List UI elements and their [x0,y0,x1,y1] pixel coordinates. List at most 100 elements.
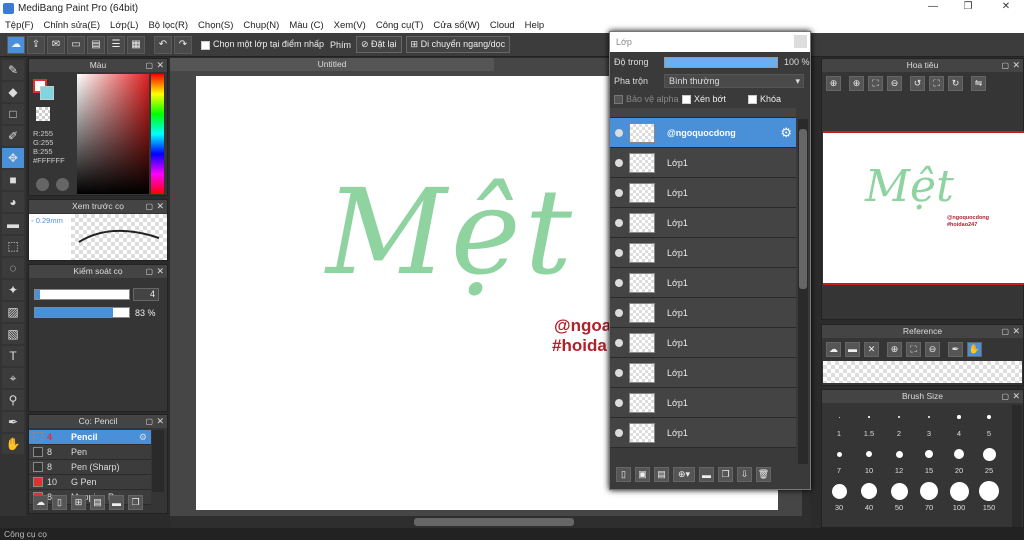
palette-icon[interactable] [36,178,49,191]
brush-size-cell[interactable]: 4 [944,405,974,441]
brush-size-cell[interactable]: 40 [854,479,884,515]
reference-eyedropper-icon[interactable]: ✒ [948,341,963,357]
layer-panel-close-icon[interactable] [794,35,807,48]
menu-select[interactable]: Chọn(S) [198,20,233,31]
brush-list-item[interactable]: 8 Pen [29,445,151,460]
close-button[interactable]: ✕ [998,1,1014,15]
visibility-icon[interactable] [615,158,623,167]
close-panel-icon[interactable]: ✕ [156,59,164,72]
snap-off-button[interactable]: ⊘ Đặt lại [355,36,402,53]
dropper-icon[interactable]: ✒ [2,412,24,432]
menu-help[interactable]: Help [525,20,545,31]
select-pen-icon[interactable]: ✐ [2,126,24,146]
layer-row[interactable]: Lớp1 [610,328,796,358]
maximize-panel-icon[interactable]: ▢ [145,59,153,72]
brush-size-value[interactable]: 4 [133,288,159,301]
brush-size-cell[interactable]: 1.5 [854,405,884,441]
canvas-tab[interactable]: Untitled [170,58,494,71]
fit-icon[interactable]: ⛶ [868,75,883,91]
layer-row[interactable]: Lớp1 [610,268,796,298]
background-color-swatch[interactable] [40,86,54,100]
brush-size-cell[interactable]: 30 [824,479,854,515]
layer-list-scrollbar[interactable] [798,119,808,464]
menu-window[interactable]: Cửa sổ(W) [433,20,479,31]
transparent-swatch[interactable] [36,107,50,121]
layer-row[interactable]: Lớp1 [610,298,796,328]
share-icon[interactable]: ⇪ [27,35,45,54]
visibility-icon[interactable] [615,128,623,137]
brush-size-cell[interactable]: 3 [914,405,944,441]
maximize-panel-icon[interactable]: ▢ [145,415,153,428]
clipping-checkbox[interactable]: Xén bớt [682,94,748,105]
new-halftone-layer-icon[interactable]: ▣ [635,467,650,482]
reference-fit-icon[interactable]: ⛶ [906,341,921,357]
maximize-panel-icon[interactable]: ▢ [1001,59,1009,72]
layer-folder-icon[interactable]: ▬ [699,467,714,482]
text-tool-icon[interactable]: T [2,346,24,366]
menu-cloud[interactable]: Cloud [490,20,515,31]
gear-icon[interactable]: ⚙ [139,432,147,443]
menu-layer[interactable]: Lớp(L) [110,20,138,31]
undo-icon[interactable]: ↶ [154,35,172,54]
menu-color[interactable]: Màu (C) [289,20,323,31]
move-direction-button[interactable]: ⊞ Di chuyển ngang/dọc [405,36,511,53]
maximize-panel-icon[interactable]: ▢ [1001,325,1009,338]
layer-row[interactable]: Lớp1 [610,358,796,388]
cloud-icon[interactable]: ☁ [7,35,25,54]
select-layer-checkbox[interactable]: Chọn một lớp tại điểm nhấp [201,39,324,50]
visibility-icon[interactable] [615,278,623,287]
layer-scrollbar-thumb[interactable] [799,129,807,289]
close-panel-icon[interactable]: ✕ [156,200,164,213]
redo-icon[interactable]: ↷ [174,35,192,54]
list-icon[interactable]: ☰ [107,35,125,54]
visibility-icon[interactable] [615,338,623,347]
close-panel-icon[interactable]: ✕ [1012,59,1020,72]
reset-rotation-icon[interactable]: ⛶ [929,75,944,91]
menu-file[interactable]: Tệp(F) [5,20,34,31]
close-panel-icon[interactable]: ✕ [1012,325,1020,338]
brush-size-cell[interactable]: 12 [884,442,914,478]
layer-opacity-slider[interactable] [664,56,778,68]
delete-layer-icon[interactable]: 🗑 [756,467,771,482]
comment-icon[interactable]: ✉ [47,35,65,54]
layer-row[interactable]: Lớp1 [610,208,796,238]
visibility-icon[interactable] [615,428,623,437]
brush-list-item[interactable]: 4 Pencil ⚙ [29,430,151,445]
brush-list-item[interactable]: 8 Pen (Sharp) [29,460,151,475]
layer-row[interactable]: @ngoquocdong ⚙ [610,118,796,148]
bucket-tool-icon[interactable]: ◕ [2,192,24,212]
cloud-brush-icon[interactable]: ☁ [33,495,48,510]
protect-alpha-checkbox[interactable]: Bảo vệ alpha [614,94,682,105]
navigator-preview[interactable]: Mệt @ngoquocdong #hoidao247 [823,131,1024,285]
add-layer-menu-icon[interactable]: ⊕▾ [673,467,695,482]
brush-size-cell[interactable]: 150 [974,479,1004,515]
brush-size-cell[interactable]: 50 [884,479,914,515]
brush-size-cell[interactable]: 20 [944,442,974,478]
new-8bit-layer-icon[interactable]: ▤ [654,467,669,482]
duplicate-layer-icon[interactable]: ❐ [718,467,733,482]
menu-view[interactable]: Xem(V) [334,20,366,31]
move-tool-icon[interactable]: ✥ [2,148,24,168]
duplicate-icon[interactable]: ❐ [128,495,143,510]
select-brush-icon[interactable]: ▨ [2,302,24,322]
close-panel-icon[interactable]: ✕ [1012,390,1020,403]
brush-settings-icon[interactable]: ▤ [90,495,105,510]
gear-icon[interactable]: ⚙ [780,125,792,141]
document-icon[interactable]: ▤ [87,35,105,54]
marquee-tool-icon[interactable]: ⬚ [2,236,24,256]
new-brush-icon[interactable]: ▯ [52,495,67,510]
reference-canvas[interactable] [823,361,1022,383]
brush-size-cell[interactable]: 10 [854,442,884,478]
minimize-button[interactable]: — [925,1,941,15]
brush-opacity-slider[interactable] [34,307,130,318]
chat-icon[interactable]: ▭ [67,35,85,54]
folder-icon[interactable]: ▬ [109,495,124,510]
brush-size-cell[interactable]: 1 [824,405,854,441]
select-eraser-icon[interactable]: ▧ [2,324,24,344]
eyedropper-icon[interactable]: ⚲ [2,390,24,410]
maximize-button[interactable]: ❐ [960,1,976,15]
open-folder-icon[interactable]: ▬ [845,341,860,357]
scrollbar-thumb[interactable] [414,518,574,526]
brush-size-cell[interactable]: 25 [974,442,1004,478]
visibility-icon[interactable] [615,368,623,377]
